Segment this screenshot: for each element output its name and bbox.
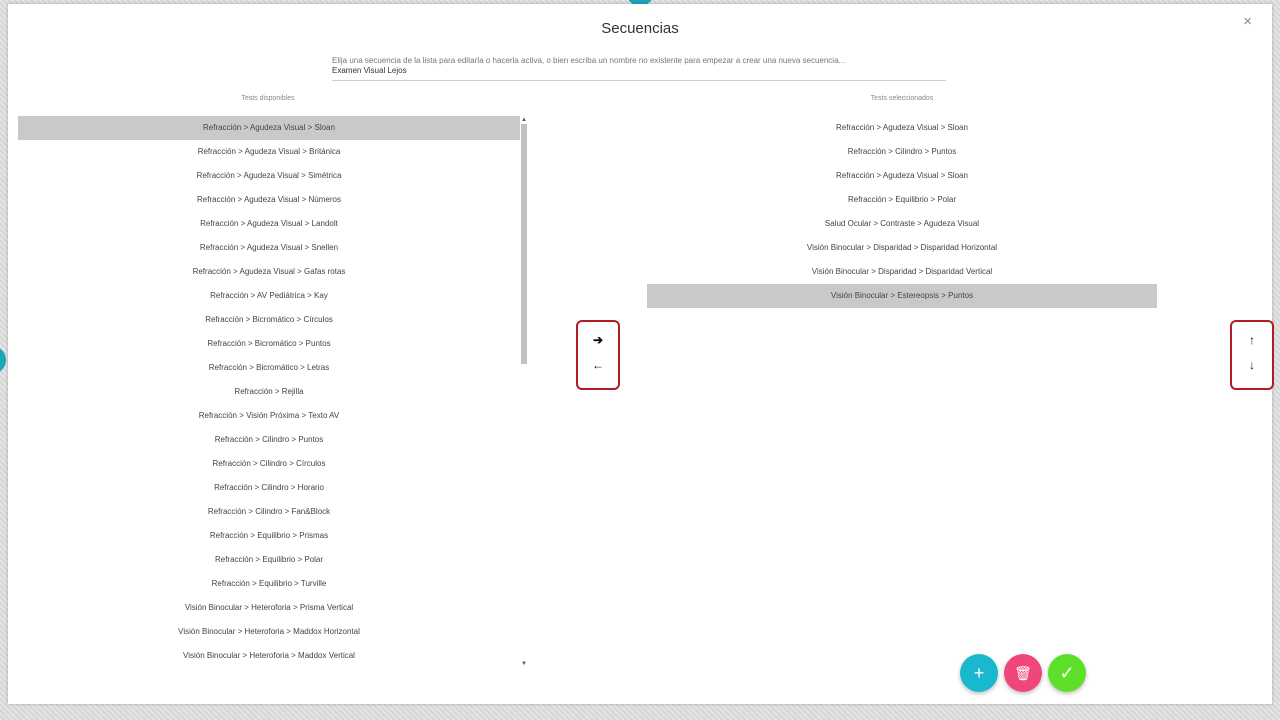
- scroll-up-icon[interactable]: ▲: [520, 116, 528, 124]
- available-test-list-item[interactable]: Refracción > Equilibrio > Polar: [18, 548, 520, 572]
- available-test-list-item[interactable]: Refracción > Cilindro > Puntos: [18, 428, 520, 452]
- selected-test-list-item[interactable]: Refracción > Agudeza Visual > Sloan: [647, 116, 1157, 140]
- remove-from-selected-button[interactable]: ←: [578, 353, 618, 378]
- available-test-list-item[interactable]: Refracción > Bicromático > Letras: [18, 356, 520, 380]
- available-test-list-item[interactable]: Refracción > Agudeza Visual > Gafas rota…: [18, 260, 520, 284]
- selected-test-list-item[interactable]: Visión Binocular > Estereopsis > Puntos: [647, 284, 1157, 308]
- close-icon[interactable]: ×: [1243, 13, 1252, 30]
- available-tests-label: Tests disponibles: [241, 95, 295, 102]
- selected-test-list-item[interactable]: Refracción > Agudeza Visual > Sloan: [647, 164, 1157, 188]
- scrollbar-thumb[interactable]: [521, 124, 527, 364]
- available-list-scrollbar[interactable]: ▲ ▼: [520, 116, 528, 668]
- reorder-controls: ↑ ↓: [1230, 320, 1274, 390]
- transfer-controls: ➔ ←: [576, 320, 620, 390]
- sequence-name-hint: Elija una secuencia de la lista para edi…: [332, 56, 846, 65]
- available-test-list-item[interactable]: Refracción > Visión Próxima > Texto AV: [18, 404, 520, 428]
- available-test-list-item[interactable]: Refracción > Equilibrio > Prismas: [18, 524, 520, 548]
- available-tests-list[interactable]: Refracción > Agudeza Visual > Sloan Refra…: [18, 116, 520, 668]
- available-test-list-item[interactable]: Refracción > Agudeza Visual > Snellen: [18, 236, 520, 260]
- sequence-name-input[interactable]: [332, 66, 932, 75]
- available-test-list-item[interactable]: Refracción > Cilindro > Círculos: [18, 452, 520, 476]
- selected-test-list-item[interactable]: Refracción > Cilindro > Puntos: [647, 140, 1157, 164]
- available-test-list-item[interactable]: Visión Binocular > Heteroforia > Prisma …: [18, 596, 520, 620]
- selected-test-list-item[interactable]: Visión Binocular > Disparidad > Disparid…: [647, 236, 1157, 260]
- sequence-name-field[interactable]: Elija una secuencia de la lista para edi…: [332, 56, 946, 81]
- selected-test-list-item[interactable]: Salud Ocular > Contraste > Agudeza Visua…: [647, 212, 1157, 236]
- new-sequence-button[interactable]: +: [960, 654, 998, 692]
- available-test-list-item[interactable]: Visión Binocular > Heteroforia > Maddox …: [18, 644, 520, 668]
- selected-test-list-item[interactable]: Visión Binocular > Disparidad > Disparid…: [647, 260, 1157, 284]
- available-test-list-item[interactable]: Refracción > Cilindro > Fan&Block: [18, 500, 520, 524]
- available-test-list-item[interactable]: Refracción > Agudeza Visual > Números: [18, 188, 520, 212]
- available-test-list-item[interactable]: Visión Binocular > Heteroforia > Maddox …: [18, 620, 520, 644]
- selected-tests-list[interactable]: Refracción > Agudeza Visual > Sloan Refra…: [647, 116, 1157, 308]
- move-up-button[interactable]: ↑: [1232, 328, 1272, 353]
- sequences-dialog: Secuencias × Elija una secuencia de la l…: [8, 4, 1274, 704]
- available-test-list-item[interactable]: Refracción > Cilindro > Horario: [18, 476, 520, 500]
- available-test-list-item[interactable]: Refracción > Equilibrio > Turville: [18, 572, 520, 596]
- available-test-list-item[interactable]: Refracción > Agudeza Visual > Landolt: [18, 212, 520, 236]
- scroll-down-icon[interactable]: ▼: [520, 660, 528, 668]
- selected-test-list-item[interactable]: Refracción > Equilibrio > Polar: [647, 188, 1157, 212]
- dialog-title: Secuencias: [601, 20, 679, 37]
- move-down-button[interactable]: ↓: [1232, 353, 1272, 378]
- available-test-list-item[interactable]: Refracción > Agudeza Visual > Británica: [18, 140, 520, 164]
- available-test-list-item[interactable]: Refracción > Rejilla: [18, 380, 520, 404]
- available-test-list-item[interactable]: Refracción > Bicromático > Puntos: [18, 332, 520, 356]
- available-test-list-item[interactable]: Refracción > AV Pediátrica > Kay: [18, 284, 520, 308]
- delete-sequence-button[interactable]: 🗑: [1004, 654, 1042, 692]
- add-to-selected-button[interactable]: ➔: [578, 328, 618, 353]
- available-test-list-item[interactable]: Refracción > Agudeza Visual > Sloan: [18, 116, 520, 140]
- confirm-button[interactable]: ✓: [1048, 654, 1086, 692]
- selected-tests-label: Tests seleccionados: [870, 95, 934, 102]
- available-test-list-item[interactable]: Refracción > Bicromático > Círculos: [18, 308, 520, 332]
- available-test-list-item[interactable]: Refracción > Agudeza Visual > Simétrica: [18, 164, 520, 188]
